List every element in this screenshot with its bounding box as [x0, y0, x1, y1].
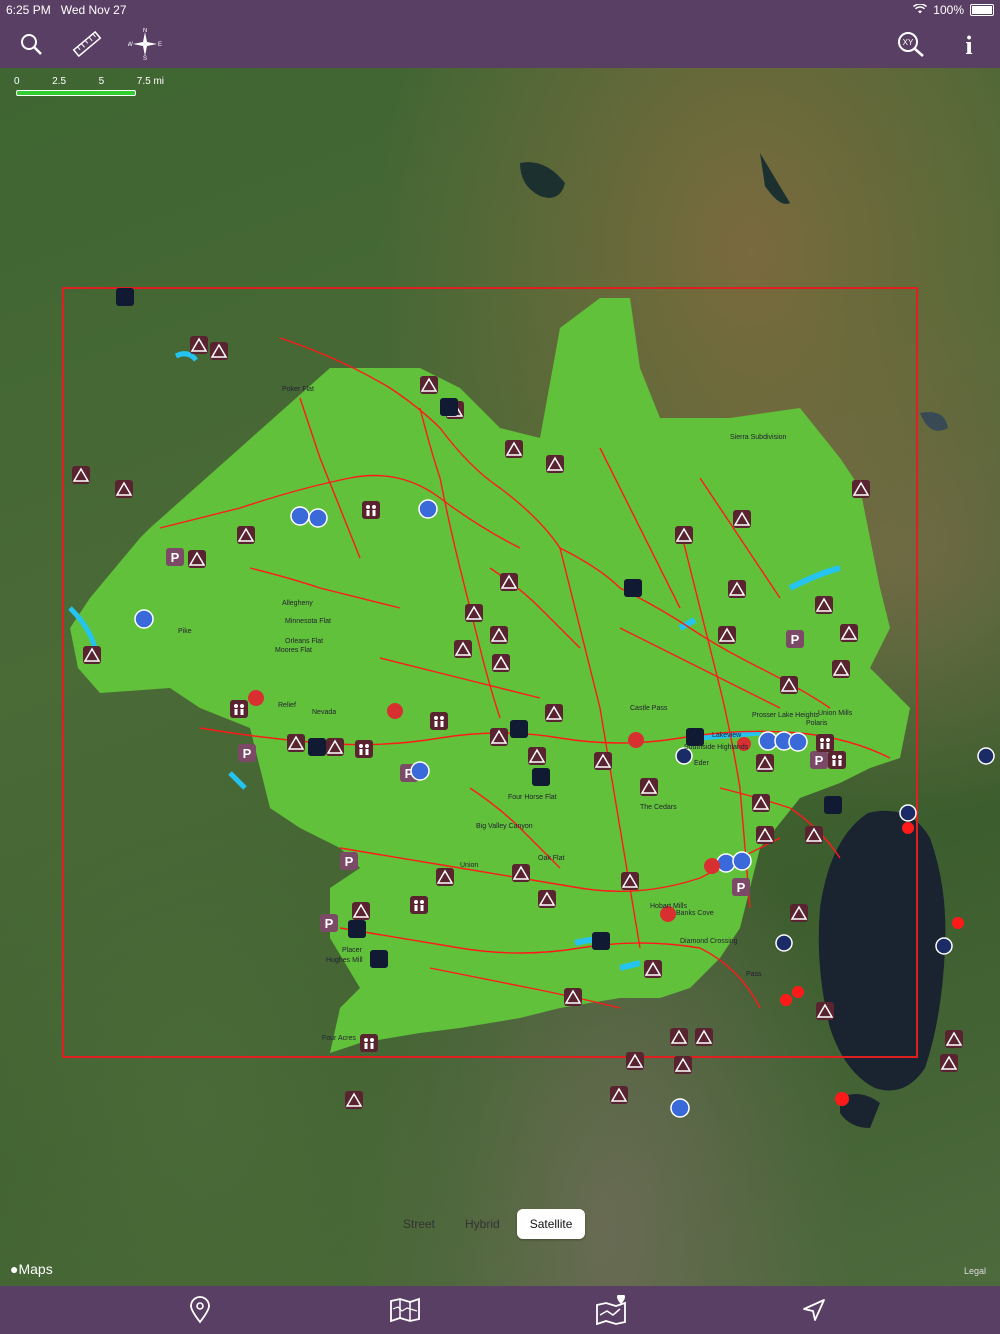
search-icon [21, 34, 42, 55]
map-canvas: P P P P P P P P [62, 153, 995, 1128]
compass-e: E [158, 42, 162, 48]
navigation-arrow-icon [803, 1299, 825, 1321]
status-time: 6:25 PM [6, 3, 51, 17]
svg-text:P: P [325, 916, 334, 931]
place-label: Pike [178, 628, 192, 635]
location-pin-icon [190, 1296, 210, 1324]
map-type-street[interactable]: Street [390, 1209, 448, 1239]
map-type-selector: Street Hybrid Satellite [390, 1209, 586, 1239]
place-label: Moores Flat [275, 647, 312, 654]
compass-n: N [143, 28, 147, 34]
compass-icon: N S W E [128, 28, 162, 60]
lake-northeast [760, 153, 790, 204]
info-label: i [965, 31, 972, 59]
place-label: Eder [694, 760, 709, 767]
svg-text:P: P [815, 753, 824, 768]
xy-coordinates-icon: XY [898, 32, 924, 57]
place-label: Four Acres [322, 1035, 356, 1042]
scale-bar: 0 2.5 5 7.5 mi [14, 76, 164, 98]
place-label: Southside Highlands [684, 744, 749, 751]
place-label: Poker Flat [282, 386, 314, 393]
status-right: 100% [913, 3, 994, 17]
battery-icon [970, 4, 994, 16]
scale-bar-line [16, 90, 136, 96]
map-type-satellite[interactable]: Satellite [516, 1209, 586, 1239]
navigation-button[interactable] [797, 1294, 831, 1326]
place-label: Big Valley Canyon [476, 823, 533, 830]
info-icon: i [965, 31, 972, 59]
map-type-hybrid[interactable]: Hybrid [452, 1209, 513, 1239]
status-date: Wed Nov 27 [60, 3, 127, 17]
place-label: Castle Pass [630, 705, 668, 712]
location-pin-button[interactable] [183, 1294, 217, 1326]
top-toolbar: N S W E XY i [0, 20, 1000, 68]
place-label: Nevada [312, 709, 337, 716]
lake-tahoe [818, 810, 946, 1091]
map-route-icon [596, 1295, 626, 1325]
lake-north [520, 162, 565, 198]
compass-button[interactable]: N S W E [128, 28, 162, 60]
svg-text:P: P [171, 550, 180, 565]
measure-button[interactable] [70, 28, 104, 60]
search-button[interactable] [14, 28, 48, 60]
lake-southwest [228, 771, 247, 790]
place-label: Lakeview [712, 732, 742, 739]
map-route-button[interactable] [594, 1294, 628, 1326]
scale-label-2: 5 [98, 76, 105, 87]
svg-text:P: P [243, 746, 252, 761]
maps-label: Maps [18, 1261, 53, 1277]
place-label: Oak Flat [538, 855, 565, 862]
scale-label-1: 2.5 [52, 76, 67, 87]
maps-attribution: ●Maps [10, 1261, 53, 1277]
place-label: Four Horse Flat [508, 794, 557, 801]
status-time-date: 6:25 PM Wed Nov 27 [6, 3, 127, 17]
place-label: Union Mills [818, 710, 853, 717]
place-label: Banks Cove [676, 910, 714, 917]
info-button[interactable]: i [952, 28, 986, 60]
place-label: Polaris [806, 720, 828, 727]
compass-w: W [128, 42, 133, 48]
status-bar: 6:25 PM Wed Nov 27 100% [0, 0, 1000, 20]
coordinates-button[interactable]: XY [894, 28, 928, 60]
ruler-icon [72, 30, 102, 58]
place-label: Pass [746, 971, 762, 978]
place-label: Relief [278, 702, 296, 709]
place-label: Hughes Mill [326, 957, 363, 964]
place-label: Minnesota Flat [285, 618, 331, 625]
battery-percent: 100% [933, 3, 964, 17]
place-label: Diamond Crossing [680, 938, 738, 945]
place-label: Union [460, 862, 479, 869]
scale-label-3: 7.5 mi [136, 76, 164, 87]
place-label: Sierra Subdivision [730, 434, 787, 441]
map-button[interactable] [388, 1294, 422, 1326]
wifi-icon [913, 3, 928, 17]
svg-text:P: P [345, 854, 354, 869]
svg-text:P: P [737, 880, 746, 895]
place-label: Prosser Lake Heights [752, 712, 819, 719]
place-label: Hobart Mills [650, 903, 687, 910]
svg-text:P: P [791, 632, 800, 647]
lake-east [920, 412, 948, 431]
place-label: Orleans Flat [285, 638, 324, 645]
compass-s: S [143, 56, 147, 60]
map-icon [390, 1297, 420, 1323]
map-view[interactable]: P P P P P P P P 0 2.5 5 7.5 mi Poker Fla… [0, 68, 1000, 1286]
xy-label: XY [903, 38, 914, 47]
lake-northwest [174, 351, 198, 362]
place-label: Placer [342, 947, 362, 954]
place-label: The Cedars [640, 804, 677, 811]
legal-link[interactable]: Legal [964, 1266, 986, 1276]
place-label: Allegheny [282, 600, 313, 607]
scale-label-0: 0 [14, 76, 20, 87]
bottom-toolbar [0, 1286, 1000, 1334]
